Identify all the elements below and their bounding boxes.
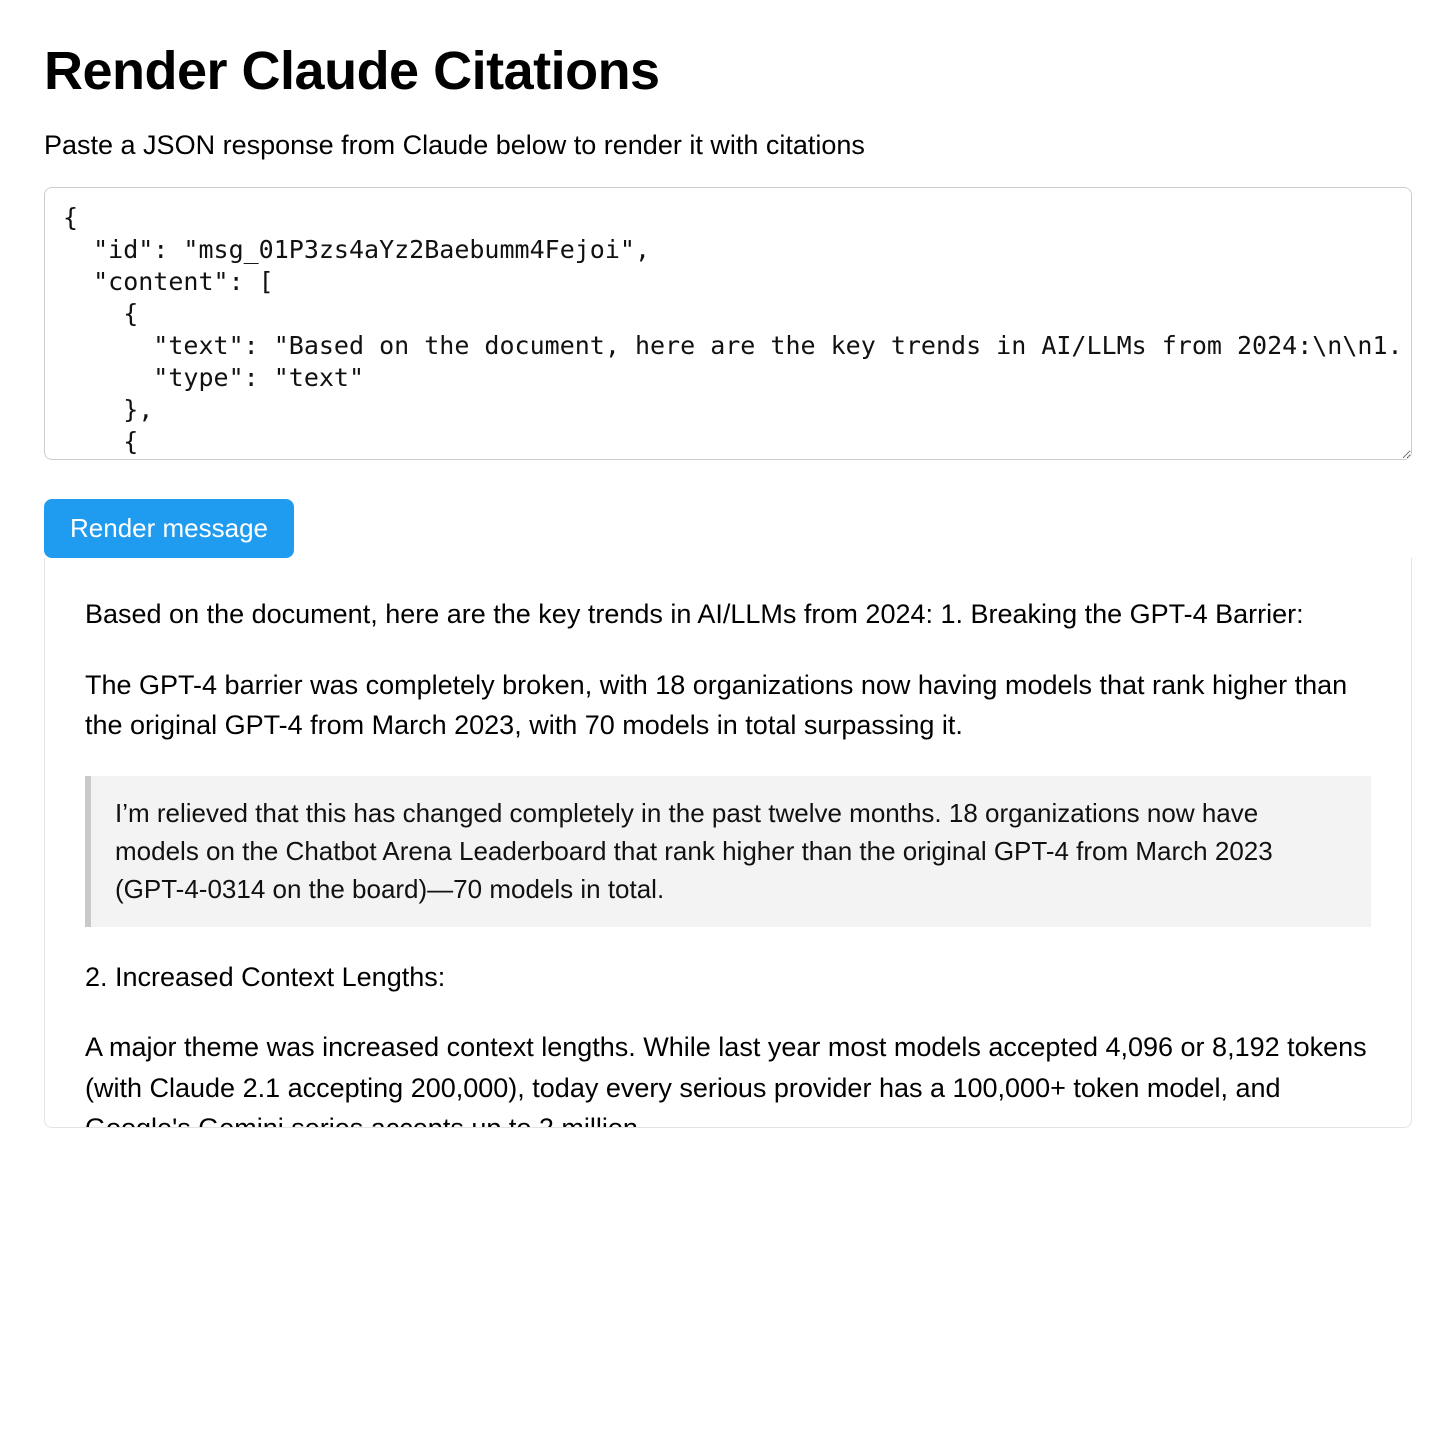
json-input[interactable] — [44, 187, 1412, 460]
page-title: Render Claude Citations — [44, 40, 1412, 102]
citation-block: I’m relieved that this has changed compl… — [85, 776, 1371, 927]
page-root: Render Claude Citations Paste a JSON res… — [0, 0, 1456, 1188]
output-paragraph: The GPT-4 barrier was completely broken,… — [85, 665, 1371, 746]
render-button[interactable]: Render message — [44, 499, 294, 558]
output-paragraph: A major theme was increased context leng… — [85, 1027, 1371, 1128]
output-paragraph: Based on the document, here are the key … — [85, 594, 1371, 635]
instructions-text: Paste a JSON response from Claude below … — [44, 130, 1412, 161]
rendered-output: Based on the document, here are the key … — [44, 558, 1412, 1128]
output-paragraph: 2. Increased Context Lengths: — [85, 957, 1371, 998]
